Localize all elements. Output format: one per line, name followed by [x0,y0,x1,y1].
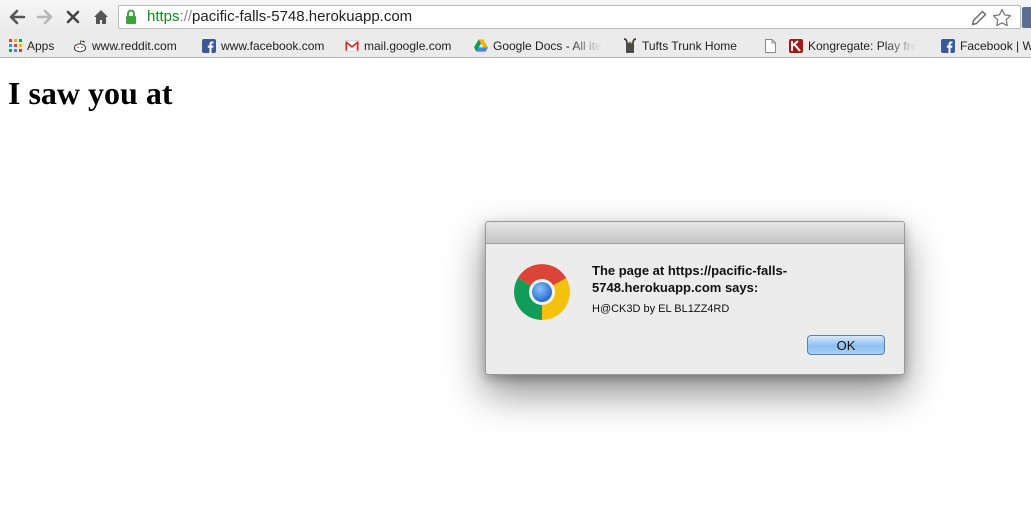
kongregate-icon [789,38,803,53]
bookmark-label: Google Docs - All ite [493,38,602,53]
stop-button[interactable] [62,6,84,28]
bookmark-reddit[interactable]: www.reddit.com [73,37,177,54]
reddit-icon [73,39,87,53]
page-heading: I saw you at [8,75,173,111]
url-host: pacific-falls-5748.herokuapp.com [192,8,413,25]
bookmark-google-docs[interactable]: Google Docs - All ite [474,37,610,54]
ok-button[interactable]: OK [807,335,885,355]
bookmark-gmail[interactable]: mail.google.com [345,37,451,54]
alert-dialog: The page at https://pacific-falls-5748.h… [485,221,905,375]
apps-grid-icon [8,39,22,53]
browser-toolbar: https://pacific-falls-5748.herokuapp.com [0,0,1031,34]
bookmarks-bar: Apps www.reddit.com www.facebook.com mai… [0,34,1031,58]
dialog-message: H@CK3D by EL BL1ZZ4RD [592,303,730,315]
extension-icon[interactable] [1022,7,1031,28]
back-button[interactable] [6,6,28,28]
address-bar[interactable]: https://pacific-falls-5748.herokuapp.com [118,5,1021,29]
url-scheme: https [147,8,180,25]
chrome-logo-icon [514,264,570,320]
bookmark-label: Facebook | W [960,38,1031,53]
bookmark-page[interactable] [763,37,782,54]
bookmark-label: www.reddit.com [92,38,177,53]
dialog-titlebar[interactable] [486,222,904,244]
url-separator: :// [179,8,193,25]
home-icon [94,10,108,24]
bookmark-facebook-2[interactable]: Facebook | W [941,37,1031,54]
bookmark-apps[interactable]: Apps [8,37,54,54]
bookmark-kongregate[interactable]: Kongregate: Play fre [789,37,929,54]
url-text: https://pacific-falls-5748.herokuapp.com [147,8,412,25]
forward-button[interactable] [34,6,56,28]
bookmark-facebook[interactable]: www.facebook.com [202,37,324,54]
tufts-icon [623,38,637,53]
back-arrow-icon [9,9,26,25]
gmail-icon [345,39,359,53]
dialog-title: The page at https://pacific-falls-5748.h… [592,263,788,295]
facebook-icon [202,38,216,53]
bookmark-label: mail.google.com [364,38,452,53]
bookmark-tufts-trunk[interactable]: Tufts Trunk Home [623,37,737,54]
star-icon[interactable] [992,8,1012,27]
bookmark-label: Apps [27,38,55,53]
forward-arrow-icon [36,9,53,25]
facebook-icon [941,38,955,53]
close-icon [66,10,80,24]
home-button[interactable] [90,6,112,28]
google-drive-icon [474,39,488,53]
bookmark-label: Tufts Trunk Home [642,38,737,53]
bookmark-label: Kongregate: Play fre [808,38,918,53]
page-icon [763,38,777,53]
lock-icon [126,9,136,24]
pen-icon[interactable] [970,9,988,27]
bookmark-label: www.facebook.com [221,38,325,53]
